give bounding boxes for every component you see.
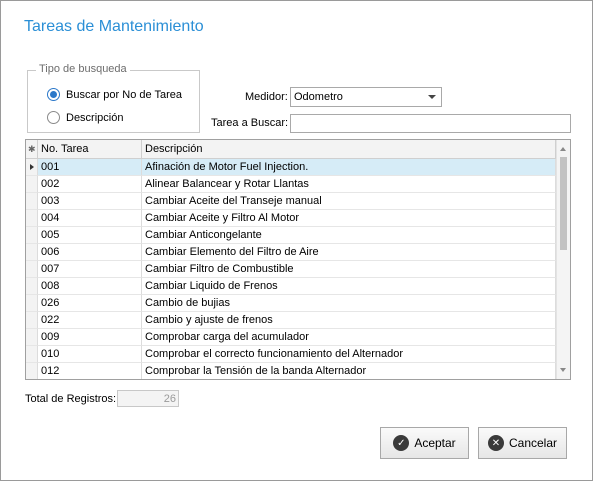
table-row[interactable]: 009 Comprobar carga del acumulador — [26, 329, 556, 346]
scroll-thumb[interactable] — [560, 157, 567, 250]
close-circle-icon: ✕ — [487, 435, 504, 451]
cell-task-description[interactable]: Afinación de Motor Fuel Injection. — [142, 159, 556, 176]
table-row[interactable]: 012 Comprobar la Tensión de la banda Alte… — [26, 363, 556, 379]
cell-task-description[interactable]: Cambiar Anticongelante — [142, 227, 556, 244]
tarea-buscar-input[interactable] — [290, 114, 571, 133]
dialog-title: Tareas de Mantenimiento — [24, 18, 204, 35]
cancel-button-label: Cancelar — [508, 436, 558, 450]
grid-rows: 001 Afinación de Motor Fuel Injection. 002… — [26, 159, 556, 379]
tarea-buscar-label: Tarea a Buscar: — [211, 117, 289, 129]
table-row[interactable]: 007 Cambiar Filtro de Combustible — [26, 261, 556, 278]
table-row[interactable]: 005 Cambiar Anticongelante — [26, 227, 556, 244]
table-row[interactable]: 003 Cambiar Aceite del Transeje manual — [26, 193, 556, 210]
column-header-code[interactable]: No. Tarea — [38, 140, 142, 158]
radio-checked-icon[interactable] — [47, 88, 60, 101]
row-indicator[interactable] — [26, 176, 38, 193]
cell-task-description[interactable]: Cambiar Aceite del Transeje manual — [142, 193, 556, 210]
cell-task-code[interactable]: 008 — [38, 278, 142, 295]
vertical-scrollbar[interactable] — [556, 140, 570, 379]
cell-task-description[interactable]: Comprobar el correcto funcionamiento del… — [142, 346, 556, 363]
table-row[interactable]: 001 Afinación de Motor Fuel Injection. — [26, 159, 556, 176]
medidor-dropdown[interactable]: Odometro — [290, 87, 442, 107]
radio-option-description[interactable]: Descripción — [47, 111, 123, 124]
cell-task-description[interactable]: Cambiar Aceite y Filtro Al Motor — [142, 210, 556, 227]
row-indicator[interactable] — [26, 278, 38, 295]
cell-task-description[interactable]: Cambiar Filtro de Combustible — [142, 261, 556, 278]
cell-task-code[interactable]: 022 — [38, 312, 142, 329]
accept-button[interactable]: ✓ Aceptar — [380, 427, 469, 459]
row-indicator[interactable] — [26, 346, 38, 363]
row-pointer-icon — [30, 164, 34, 170]
cell-task-description[interactable]: Cambiar Liquido de Frenos — [142, 278, 556, 295]
row-indicator[interactable] — [26, 159, 38, 176]
cell-task-code[interactable]: 010 — [38, 346, 142, 363]
cell-task-code[interactable]: 012 — [38, 363, 142, 379]
row-indicator[interactable] — [26, 329, 38, 346]
row-indicator[interactable] — [26, 210, 38, 227]
row-indicator[interactable] — [26, 295, 38, 312]
cell-task-code[interactable]: 002 — [38, 176, 142, 193]
medidor-value: Odometro — [294, 91, 343, 103]
cell-task-description[interactable]: Comprobar carga del acumulador — [142, 329, 556, 346]
table-row[interactable]: 002 Alinear Balancear y Rotar Llantas — [26, 176, 556, 193]
row-indicator[interactable] — [26, 244, 38, 261]
cell-task-description[interactable]: Cambio de bujias — [142, 295, 556, 312]
table-row[interactable]: 006 Cambiar Elemento del Filtro de Aire — [26, 244, 556, 261]
chevron-down-icon[interactable] — [428, 95, 436, 99]
cell-task-code[interactable]: 001 — [38, 159, 142, 176]
table-row[interactable]: 010 Comprobar el correcto funcionamiento … — [26, 346, 556, 363]
column-header-description[interactable]: Descripción — [142, 140, 556, 158]
cell-task-code[interactable]: 003 — [38, 193, 142, 210]
radio-option-label: Buscar por No de Tarea — [66, 88, 182, 101]
cell-task-code[interactable]: 006 — [38, 244, 142, 261]
cell-task-description[interactable]: Cambiar Elemento del Filtro de Aire — [142, 244, 556, 261]
row-indicator[interactable] — [26, 312, 38, 329]
cell-task-code[interactable]: 004 — [38, 210, 142, 227]
total-count: 26 — [117, 390, 179, 407]
cell-task-code[interactable]: 026 — [38, 295, 142, 312]
grid-header: ✱ No. Tarea Descripción — [26, 140, 556, 159]
search-type-legend: Tipo de busqueda — [36, 63, 130, 75]
row-indicator[interactable] — [26, 227, 38, 244]
check-circle-icon: ✓ — [393, 435, 410, 451]
total-label: Total de Registros: — [25, 393, 117, 405]
cell-task-code[interactable]: 005 — [38, 227, 142, 244]
table-row[interactable]: 004 Cambiar Aceite y Filtro Al Motor — [26, 210, 556, 227]
table-row[interactable]: 022 Cambio y ajuste de frenos — [26, 312, 556, 329]
radio-option-task-number[interactable]: Buscar por No de Tarea — [47, 88, 182, 101]
cell-task-description[interactable]: Alinear Balancear y Rotar Llantas — [142, 176, 556, 193]
row-indicator[interactable] — [26, 363, 38, 379]
cell-task-code[interactable]: 007 — [38, 261, 142, 278]
row-indicator[interactable] — [26, 261, 38, 278]
medidor-label: Medidor: — [245, 91, 288, 103]
asterisk-icon: ✱ — [26, 140, 38, 158]
dialog-window: Tareas de Mantenimiento Tipo de busqueda… — [0, 0, 593, 481]
row-indicator[interactable] — [26, 193, 38, 210]
cell-task-code[interactable]: 009 — [38, 329, 142, 346]
radio-unchecked-icon[interactable] — [47, 111, 60, 124]
cancel-button[interactable]: ✕ Cancelar — [478, 427, 567, 459]
cell-task-description[interactable]: Comprobar la Tensión de la banda Alterna… — [142, 363, 556, 379]
table-row[interactable]: 008 Cambiar Liquido de Frenos — [26, 278, 556, 295]
accept-button-label: Aceptar — [414, 436, 456, 450]
table-row[interactable]: 026 Cambio de bujias — [26, 295, 556, 312]
scroll-down-icon[interactable] — [560, 368, 566, 372]
scroll-up-icon[interactable] — [560, 147, 566, 151]
cell-task-description[interactable]: Cambio y ajuste de frenos — [142, 312, 556, 329]
tasks-grid[interactable]: ✱ No. Tarea Descripción 001 Afinación de … — [25, 139, 571, 380]
radio-option-label: Descripción — [66, 111, 124, 124]
